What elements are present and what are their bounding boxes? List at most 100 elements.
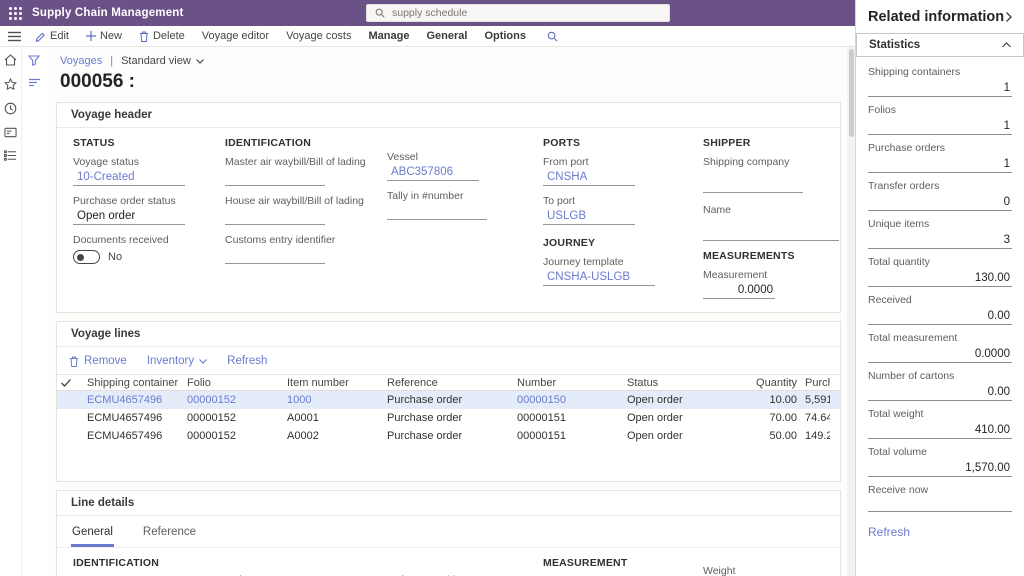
tally-field[interactable] (387, 204, 487, 220)
po-status-field[interactable]: Open order (73, 209, 185, 225)
col-quantity[interactable]: Quantity (735, 377, 801, 389)
options-menu[interactable]: Options (484, 30, 526, 42)
cell-item-number[interactable]: A0001 (283, 412, 383, 424)
shipping-company-field[interactable] (703, 177, 803, 193)
col-number[interactable]: Number (513, 377, 623, 389)
cell-purchase-price: 74.64 (801, 412, 830, 424)
voyage-costs-button[interactable]: Voyage costs (286, 30, 351, 42)
receive-now-input[interactable] (868, 497, 1012, 512)
cell-number[interactable]: 00000151 (513, 412, 623, 424)
chevron-up-icon (1002, 42, 1011, 48)
col-folio[interactable]: Folio (183, 377, 283, 389)
select-all-check-icon[interactable] (57, 379, 83, 387)
cell-reference: Purchase order (383, 430, 513, 442)
refresh-button[interactable]: Refresh (227, 355, 267, 367)
chevron-right-icon[interactable] (1006, 12, 1012, 22)
journey-template-field[interactable]: CNSHA-USLGB (543, 270, 655, 286)
cell-folio[interactable]: 00000152 (183, 394, 283, 406)
col-status[interactable]: Status (623, 377, 735, 389)
home-icon[interactable] (4, 54, 17, 66)
voyage-lines-grid: Shipping container Folio Item number Ref… (57, 374, 840, 481)
cell-number[interactable]: 00000150 (513, 394, 623, 406)
voyage-header-fields: STATUS Voyage status 10-Created Purchase… (57, 128, 840, 312)
statistics-refresh-link[interactable]: Refresh (868, 525, 1012, 539)
voyage-lines-card-title[interactable]: Voyage lines (57, 322, 840, 347)
stat-total-measurement: Total measurement 0.0000 (868, 332, 1012, 363)
voyage-header-card: Voyage header STATUS Voyage status 10-Cr… (56, 102, 841, 313)
vessel-field[interactable]: ABC357806 (387, 165, 479, 181)
voyage-editor-button[interactable]: Voyage editor (202, 30, 269, 42)
stat-receive-now: Receive now (868, 484, 1012, 512)
workspaces-icon[interactable] (4, 127, 17, 138)
app-title[interactable]: Supply Chain Management (32, 7, 184, 19)
cell-item-number[interactable]: A0002 (283, 430, 383, 442)
table-row[interactable]: ECMU4657496 00000152 A0001 Purchase orde… (57, 409, 840, 427)
manage-menu[interactable]: Manage (369, 30, 410, 42)
command-search-icon[interactable] (547, 31, 558, 42)
view-list-icon[interactable] (29, 78, 40, 87)
stat-total-volume: Total volume 1,570.00 (868, 446, 1012, 477)
shipper-name-label: Name (703, 204, 840, 216)
table-row[interactable]: ECMU4657496 00000152 A0002 Purchase orde… (57, 427, 840, 445)
cell-shipping-container[interactable]: ECMU4657496 (83, 412, 183, 424)
voyage-lines-card: Voyage lines Remove Inventory Refresh (56, 321, 841, 482)
cell-item-number[interactable]: 1000 (283, 394, 383, 406)
scrollbar-thumb[interactable] (849, 49, 854, 137)
global-search-input[interactable]: supply schedule (366, 4, 670, 22)
grid-header-row: Shipping container Folio Item number Ref… (57, 374, 840, 391)
search-icon (375, 8, 385, 18)
voyage-header-card-title[interactable]: Voyage header (57, 103, 840, 128)
modules-list-icon[interactable] (4, 150, 17, 161)
to-port-field[interactable]: USLGB (543, 209, 635, 225)
documents-received-toggle[interactable] (73, 250, 100, 264)
master-waybill-field[interactable] (225, 170, 325, 186)
tab-general[interactable]: General (71, 522, 114, 547)
search-placeholder: supply schedule (392, 7, 467, 19)
house-waybill-field[interactable] (225, 209, 325, 225)
filter-funnel-icon[interactable] (28, 55, 40, 66)
from-port-label: From port (543, 156, 703, 168)
main-region: Supply Chain Management supply schedule … (0, 0, 855, 576)
cell-folio[interactable]: 00000152 (183, 412, 283, 424)
po-status-label: Purchase order status (73, 195, 225, 207)
shipper-name-field[interactable] (703, 225, 839, 241)
statistics-section-header[interactable]: Statistics (856, 33, 1024, 57)
edit-button[interactable]: Edit (35, 30, 69, 42)
col-reference[interactable]: Reference (383, 377, 513, 389)
cell-shipping-container[interactable]: ECMU4657496 (83, 394, 183, 406)
recent-clock-icon[interactable] (4, 102, 17, 115)
line-details-card-title[interactable]: Line details (57, 491, 840, 516)
new-button[interactable]: New (86, 30, 122, 42)
waffle-menu-icon[interactable] (9, 7, 22, 20)
cell-purchase-price: 149.28 (801, 430, 830, 442)
from-port-field[interactable]: CNSHA (543, 170, 635, 186)
col-item-number[interactable]: Item number (283, 377, 383, 389)
favorites-star-icon[interactable] (4, 78, 17, 90)
tab-reference[interactable]: Reference (142, 522, 197, 547)
identification-group-heading: IDENTIFICATION (225, 137, 387, 149)
measurement-label: Measurement (703, 269, 840, 281)
cell-quantity: 50.00 (735, 430, 801, 442)
general-menu[interactable]: General (426, 30, 467, 42)
trash-icon (139, 31, 149, 42)
voyage-status-field[interactable]: 10-Created (73, 170, 185, 186)
view-selector[interactable]: Standard view (121, 55, 204, 67)
cell-folio[interactable]: 00000152 (183, 430, 283, 442)
filter-rail (22, 47, 46, 576)
breadcrumb-voyages-link[interactable]: Voyages (60, 55, 102, 67)
hamburger-menu-icon[interactable] (8, 31, 21, 42)
measurement-field[interactable]: 0.0000 (703, 283, 775, 299)
remove-button[interactable]: Remove (69, 355, 127, 367)
table-row[interactable]: ECMU4657496 00000152 1000 Purchase order… (57, 391, 840, 409)
cell-number[interactable]: 00000151 (513, 430, 623, 442)
journey-group-heading: JOURNEY (543, 237, 703, 249)
customs-entry-field[interactable] (225, 248, 325, 264)
col-purchase-price[interactable]: Purchase price (801, 377, 830, 389)
delete-button[interactable]: Delete (139, 30, 185, 42)
cell-shipping-container[interactable]: ECMU4657496 (83, 430, 183, 442)
breadcrumb-separator: | (110, 55, 113, 67)
to-port-label: To port (543, 195, 703, 207)
vertical-scrollbar[interactable] (847, 47, 855, 576)
col-shipping-container[interactable]: Shipping container (83, 377, 183, 389)
inventory-menu-button[interactable]: Inventory (147, 355, 207, 367)
